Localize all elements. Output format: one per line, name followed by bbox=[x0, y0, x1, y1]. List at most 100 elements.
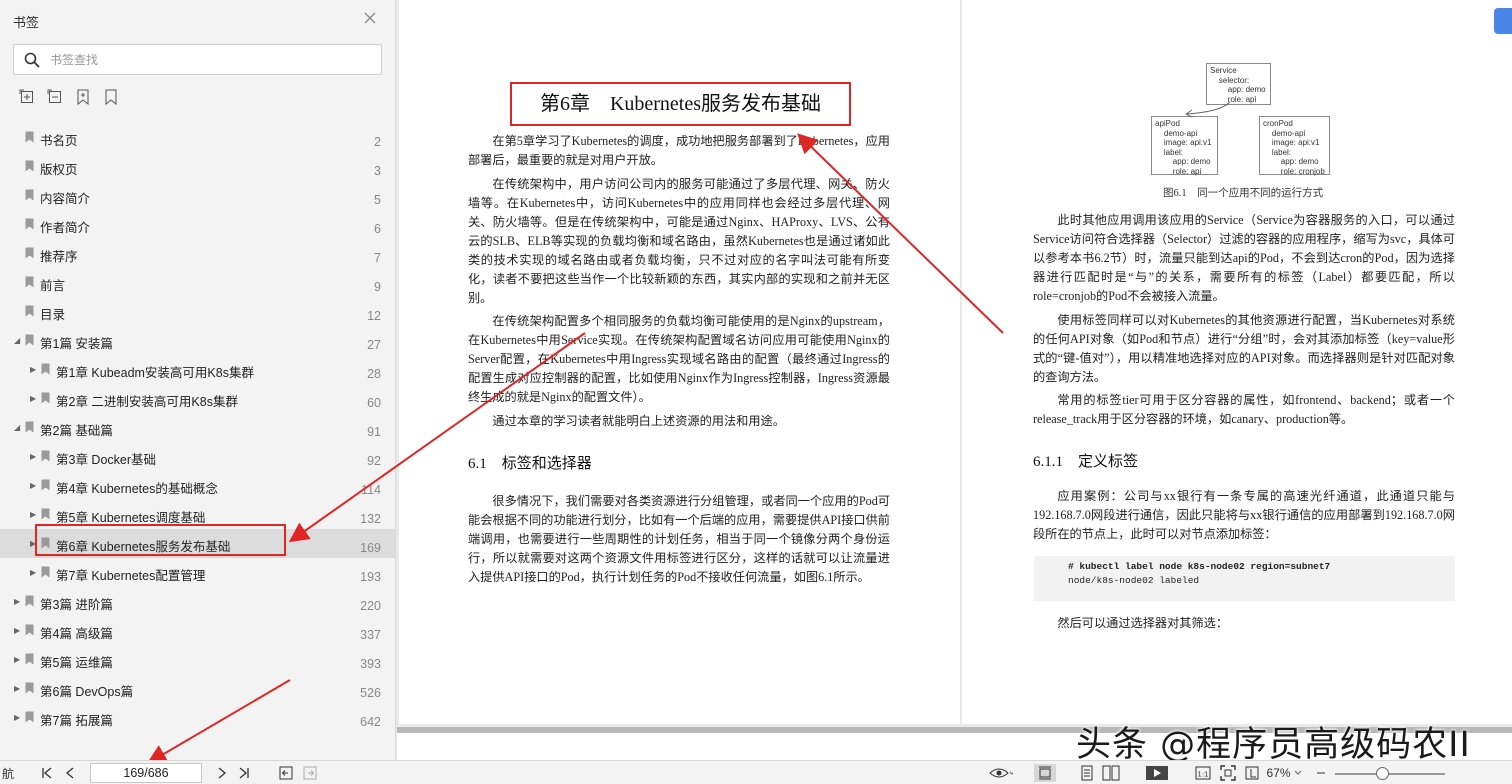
chevron-down-icon bbox=[1294, 770, 1301, 775]
page-number-input[interactable] bbox=[90, 763, 202, 783]
sidebar-item-bookmark[interactable]: ▶ 第2章 二进制安装高可用K8s集群 60 bbox=[0, 384, 395, 413]
sidebar-item-bookmark[interactable]: 推荐序 7 bbox=[0, 239, 395, 268]
collapse-all-button[interactable] bbox=[46, 88, 64, 106]
sidebar-item-bookmark[interactable]: ▶ 第6章 Kubernetes服务发布基础 169 bbox=[0, 529, 395, 558]
actual-size-button[interactable]: 1:1 bbox=[1194, 764, 1212, 782]
bookmark-tree: 书名页 2 版权页 3 内容简介 5 作者简介 6 推荐序 7 前言 9 目录 12 ◢ 第1篇 安装篇 27 ▶… bbox=[0, 123, 395, 732]
sidebar-item-page-number: 132 bbox=[360, 512, 381, 526]
sidebar-item-page-number: 3 bbox=[374, 164, 381, 178]
sidebar-item-bookmark[interactable]: ▶ 第3章 Docker基础 92 bbox=[0, 442, 395, 471]
sidebar-item-page-number: 9 bbox=[374, 280, 381, 294]
single-page-view-button[interactable] bbox=[1034, 764, 1056, 782]
play-icon bbox=[1146, 766, 1168, 780]
sidebar-item-bookmark[interactable]: 版权页 3 bbox=[0, 152, 395, 181]
sidebar-item-label: 第7章 Kubernetes配置管理 bbox=[56, 569, 206, 583]
eye-care-button[interactable] bbox=[987, 764, 1015, 782]
sidebar-item-page-number: 220 bbox=[360, 599, 381, 613]
triangle-right-icon[interactable]: ▶ bbox=[14, 597, 22, 607]
triangle-down-icon[interactable]: ◢ bbox=[14, 336, 22, 346]
prev-page-button[interactable] bbox=[63, 764, 77, 782]
next-page-button[interactable] bbox=[215, 764, 229, 782]
nav-label: 航 bbox=[1, 766, 14, 781]
sidebar-item-label: 第1章 Kubeadm安装高可用K8s集群 bbox=[56, 366, 254, 380]
bookmark-icon bbox=[25, 305, 34, 317]
bookmark-search[interactable] bbox=[13, 44, 382, 75]
zoom-slider-handle[interactable] bbox=[1376, 767, 1389, 780]
sidebar-item-bookmark[interactable]: ◢ 第1篇 安装篇 27 bbox=[0, 326, 395, 355]
sidebar-item-label: 第2篇 基础篇 bbox=[40, 424, 113, 438]
sidebar-item-bookmark[interactable]: 作者简介 6 bbox=[0, 210, 395, 239]
zoom-slider-track[interactable] bbox=[1335, 773, 1445, 775]
forward-icon bbox=[303, 766, 317, 780]
bookmark-icon bbox=[105, 89, 117, 105]
pdf-reader-window: 书签 书名页 2 版权页 3 内容简介 5 作者简介 6 推荐序 7 前言 9 目录 12 ◢ 第1篇 安装篇… bbox=[0, 0, 1512, 784]
triangle-right-icon[interactable]: ▶ bbox=[30, 365, 38, 375]
triangle-right-icon[interactable]: ▶ bbox=[30, 394, 38, 404]
sidebar-item-label: 第3篇 进阶篇 bbox=[40, 598, 113, 612]
bookmark-button[interactable] bbox=[102, 88, 120, 106]
figure-caption: 图6.1 同一个应用不同的运行方式 bbox=[1163, 188, 1324, 199]
fit-width-button[interactable] bbox=[1243, 764, 1261, 782]
continuous-view-button[interactable] bbox=[1078, 764, 1096, 782]
sidebar-item-bookmark[interactable]: ▶ 第4篇 高级篇 337 bbox=[0, 616, 395, 645]
add-bookmark-button[interactable] bbox=[74, 88, 92, 106]
bookmark-icon bbox=[25, 624, 34, 636]
sidebar-item-bookmark[interactable]: ▶ 第4章 Kubernetes的基础概念 114 bbox=[0, 471, 395, 500]
play-button[interactable] bbox=[1144, 764, 1170, 782]
last-page-button[interactable] bbox=[237, 764, 251, 782]
fit-page-button[interactable] bbox=[1218, 764, 1238, 782]
triangle-right-icon[interactable]: ▶ bbox=[30, 539, 38, 549]
triangle-down-icon[interactable]: ◢ bbox=[14, 423, 22, 433]
bookmark-search-input[interactable] bbox=[50, 51, 370, 69]
sidebar-item-bookmark[interactable]: ▶ 第3篇 进阶篇 220 bbox=[0, 587, 395, 616]
sidebar-item-bookmark[interactable]: ▶ 第1章 Kubeadm安装高可用K8s集群 28 bbox=[0, 355, 395, 384]
expand-all-button[interactable] bbox=[18, 88, 36, 106]
paragraph: 在传统架构中，用户访问公司内的服务可能通过了多层代理、网关、防火墙等。在Kube… bbox=[468, 177, 890, 305]
close-sidebar-button[interactable] bbox=[360, 10, 380, 30]
back-button[interactable] bbox=[278, 764, 294, 782]
triangle-right-icon[interactable]: ▶ bbox=[30, 568, 38, 578]
sidebar-item-label: 作者简介 bbox=[40, 221, 91, 235]
two-page-view-button[interactable] bbox=[1100, 764, 1122, 782]
collapse-all-icon bbox=[47, 89, 61, 103]
sidebar-item-label: 第6篇 DevOps篇 bbox=[40, 685, 134, 699]
sidebar-item-page-number: 642 bbox=[360, 715, 381, 729]
minus-icon bbox=[1317, 772, 1325, 774]
triangle-right-icon[interactable]: ▶ bbox=[14, 655, 22, 665]
zoom-level-dropdown[interactable]: 67% bbox=[1264, 764, 1304, 782]
sidebar-item-label: 目录 bbox=[40, 308, 66, 322]
zoom-out-button[interactable] bbox=[1314, 764, 1328, 782]
first-page-button[interactable] bbox=[40, 764, 54, 782]
figure-apipod-box: apiPod demo-api image: api:v1 label: app… bbox=[1151, 116, 1218, 176]
forward-button[interactable] bbox=[302, 764, 318, 782]
sidebar-item-bookmark[interactable]: ▶ 第5章 Kubernetes调度基础 132 bbox=[0, 500, 395, 529]
sidebar-item-page-number: 7 bbox=[374, 251, 381, 265]
paragraph: 然后可以通过选择器对其筛选： bbox=[1057, 616, 1229, 630]
sidebar-item-bookmark[interactable]: ◢ 第2篇 基础篇 91 bbox=[0, 413, 395, 442]
sidebar-item-bookmark[interactable]: ▶ 第7篇 拓展篇 642 bbox=[0, 703, 395, 732]
bookmark-icon bbox=[25, 653, 34, 665]
bookmark-icon bbox=[25, 334, 34, 346]
sidebar-item-label: 内容简介 bbox=[40, 192, 91, 206]
paragraph: 使用标签同样可以对Kubernetes的其他资源进行配置，当Kubernetes… bbox=[1033, 313, 1455, 384]
sidebar-item-bookmark[interactable]: 内容简介 5 bbox=[0, 181, 395, 210]
triangle-right-icon[interactable]: ▶ bbox=[14, 626, 22, 636]
triangle-right-icon[interactable]: ▶ bbox=[30, 481, 38, 491]
figure-service-box: Service selector: app: demo role: api bbox=[1206, 63, 1271, 105]
sidebar-item-bookmark[interactable]: 书名页 2 bbox=[0, 123, 395, 152]
sidebar-item-bookmark[interactable]: 前言 9 bbox=[0, 268, 395, 297]
sidebar-item-bookmark[interactable]: 目录 12 bbox=[0, 297, 395, 326]
triangle-right-icon[interactable]: ▶ bbox=[30, 510, 38, 520]
side-panel-toggle[interactable] bbox=[1494, 8, 1512, 34]
sidebar-item-label: 第5篇 运维篇 bbox=[40, 656, 113, 670]
sidebar-item-label: 第1篇 安装篇 bbox=[40, 337, 113, 351]
bookmark-icon bbox=[25, 421, 34, 433]
sidebar-item-bookmark[interactable]: ▶ 第7章 Kubernetes配置管理 193 bbox=[0, 558, 395, 587]
sidebar-item-bookmark[interactable]: ▶ 第5篇 运维篇 393 bbox=[0, 645, 395, 674]
triangle-right-icon[interactable]: ▶ bbox=[30, 452, 38, 462]
sidebar-item-label: 第4篇 高级篇 bbox=[40, 627, 113, 641]
sidebar-item-bookmark[interactable]: ▶ 第6篇 DevOps篇 526 bbox=[0, 674, 395, 703]
paragraph: 在第5章学习了Kubernetes的调度，成功地把服务部署到了Kubernete… bbox=[468, 134, 890, 167]
triangle-right-icon[interactable]: ▶ bbox=[14, 684, 22, 694]
triangle-right-icon[interactable]: ▶ bbox=[14, 713, 22, 723]
